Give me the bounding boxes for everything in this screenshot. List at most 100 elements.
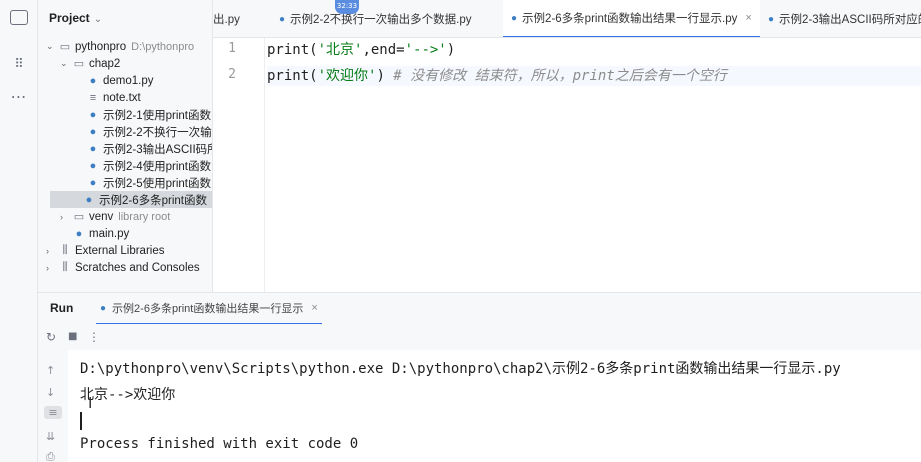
tree-item-label: 示例2-6多条print函数 (99, 194, 207, 207)
code-editor[interactable]: print('北京',end='-->') print('欢迎你') # 没有修… (267, 38, 921, 292)
run-side-toolbar: ↑ ↓ ≡ ⇊ ⎙ (38, 350, 68, 462)
more-options-icon[interactable]: ⋮ (88, 330, 100, 344)
tool-window-strip: ⠿ ⋯ (0, 0, 38, 292)
close-icon[interactable]: × (745, 12, 751, 24)
tree-item-label: 示例2-4使用print函数 (103, 160, 211, 173)
tab-label: 出.py (213, 14, 240, 26)
project-folder-icon[interactable] (10, 10, 28, 25)
console-command: D:\pythonpro\venv\Scripts\python.exe D:\… (80, 361, 841, 377)
python-file-icon: ● (89, 108, 97, 121)
tree-item-label: 示例2-3输出ASCII码所 (103, 143, 213, 156)
tree-item[interactable]: › ⫼ Scratches and Consoles (46, 259, 200, 276)
code-token: '北京' (317, 42, 363, 58)
tree-item[interactable]: ⌄ ▭ chap2 (60, 55, 120, 72)
chevron-right-icon[interactable]: › (46, 263, 58, 273)
code-token: print( (267, 42, 318, 58)
python-file-icon: ● (89, 159, 97, 172)
tab-label: 示例2-3输出ASCII码所对应的 (779, 14, 921, 26)
more-tools-icon[interactable]: ⋯ (9, 86, 29, 106)
tree-item-label: venv (89, 210, 114, 223)
project-panel: Project ⌄ ⌄ ▭ pythonpro D:\pythonpro ⌄ ▭ chap2 ●… (38, 0, 213, 292)
chevron-down-icon[interactable]: ⌄ (94, 14, 102, 25)
tool-window-strip-bottom (0, 292, 38, 462)
project-title: Project (49, 11, 90, 25)
tree-item-label: External Libraries (75, 244, 165, 257)
console-caret (80, 412, 82, 430)
tree-item-label: note.txt (103, 91, 141, 104)
tree-item-hint: D:\pythonpro (131, 40, 195, 53)
code-line[interactable]: print('欢迎你') # 没有修改 结束符，所以，print之后会有一个空行 (267, 66, 921, 86)
tree-item[interactable]: ⌄ ▭ pythonpro D:\pythonpro (46, 38, 194, 55)
python-file-icon: ● (279, 13, 286, 25)
rerun-icon[interactable]: ↻ (46, 330, 56, 344)
run-config-tab[interactable]: ● 示例2-6多条print函数输出结果一行显示 × (96, 293, 322, 325)
python-file-icon: ● (100, 302, 107, 314)
arrow-down-icon[interactable]: ↓ (46, 386, 55, 399)
chevron-right-icon[interactable]: › (60, 212, 72, 222)
tree-item[interactable]: ≡ note.txt (74, 89, 141, 106)
tree-item[interactable]: › ⫼ External Libraries (46, 242, 164, 259)
tree-item[interactable]: ● 示例2-4使用print函数 (74, 157, 211, 174)
tree-item-label: 示例2-1使用print函数 (103, 109, 211, 122)
folder-icon: ▭ (73, 58, 85, 70)
python-file-icon: ● (89, 125, 97, 138)
code-line[interactable]: print('北京',end='-->') (267, 40, 455, 60)
tree-item-label: 示例2-2不换行一次输 (103, 126, 212, 139)
tree-item[interactable]: ● 示例2-1使用print函数 (74, 106, 211, 123)
run-title: Run (50, 301, 74, 315)
chevron-down-icon[interactable]: ⌄ (46, 41, 58, 52)
tab-output[interactable]: 出.py (213, 0, 240, 37)
run-toolbar: ↻ ■ ⋮ (38, 324, 921, 350)
folder-icon: ▭ (59, 41, 71, 53)
code-token: '-->' (404, 42, 447, 58)
stop-icon[interactable]: ■ (68, 331, 77, 342)
scroll-to-end-icon[interactable]: ⇊ (46, 430, 55, 443)
tree-item[interactable]: ● demo1.py (74, 72, 154, 89)
console-output-line: 北京-->欢迎你 (80, 387, 176, 403)
code-token: ) (446, 42, 456, 58)
code-token: ) (376, 68, 394, 84)
tree-item-label: Scratches and Consoles (75, 261, 200, 274)
tab-example-2-2[interactable]: ● 示例2-2不换行一次输出多个数据.py (279, 0, 472, 37)
tree-item-label: chap2 (89, 57, 121, 70)
line-number: 2 (228, 67, 236, 82)
tree-item-hint: library root (118, 210, 171, 223)
tree-item-label: demo1.py (103, 74, 154, 87)
python-file-icon: ● (89, 74, 97, 87)
library-icon: ⫼ (62, 261, 68, 273)
timer-badge: 32:33 (335, 0, 359, 14)
text-cursor-icon: I (88, 394, 93, 412)
library-icon: ⫼ (62, 244, 68, 256)
tab-example-2-3[interactable]: ● 示例2-3输出ASCII码所对应的 (768, 0, 921, 37)
line-number: 1 (228, 41, 236, 56)
python-file-icon: ● (89, 142, 97, 155)
tab-example-2-6[interactable]: ● 示例2-6多条print函数输出结果一行显示.py × (503, 0, 760, 37)
text-file-icon: ≡ (89, 91, 97, 104)
python-file-icon: ● (511, 12, 518, 24)
tree-item[interactable]: ● 示例2-6多条print函数 (50, 191, 212, 208)
close-icon[interactable]: × (311, 302, 317, 314)
tree-item[interactable]: ● main.py (60, 225, 130, 242)
tree-item[interactable]: ● 示例2-5使用print函数 (74, 174, 211, 191)
chevron-down-icon[interactable]: ⌄ (60, 58, 72, 69)
structure-icon[interactable]: ⠿ (9, 54, 29, 74)
project-header[interactable]: Project ⌄ (49, 11, 102, 25)
tree-item[interactable]: › ▭ venv library root (60, 208, 170, 225)
editor-tab-bar: 出.py ● 示例2-2不换行一次输出多个数据.py ● 示例2-6多条prin… (213, 0, 921, 38)
python-file-icon: ● (768, 13, 775, 25)
print-icon[interactable]: ⎙ (46, 450, 55, 462)
python-file-icon: ● (89, 176, 97, 189)
chevron-right-icon[interactable]: › (46, 246, 58, 256)
folder-icon: ▭ (73, 211, 85, 223)
tree-item[interactable]: ● 示例2-3输出ASCII码所 (74, 140, 213, 157)
line-number-gutter: 1 2 (213, 38, 265, 292)
run-tab-label: 示例2-6多条print函数输出结果一行显示 (112, 303, 304, 315)
tree-item-label: main.py (89, 227, 130, 240)
tree-item[interactable]: ● 示例2-2不换行一次输 (74, 123, 212, 140)
tree-item-label: 示例2-5使用print函数 (103, 177, 211, 190)
tree-item-label: pythonpro (75, 40, 127, 53)
soft-wrap-icon[interactable]: ≡ (44, 406, 62, 419)
console-output[interactable]: D:\pythonpro\venv\Scripts\python.exe D:\… (68, 350, 921, 462)
arrow-up-icon[interactable]: ↑ (46, 364, 55, 377)
tab-label: 示例2-2不换行一次输出多个数据.py (290, 14, 472, 26)
